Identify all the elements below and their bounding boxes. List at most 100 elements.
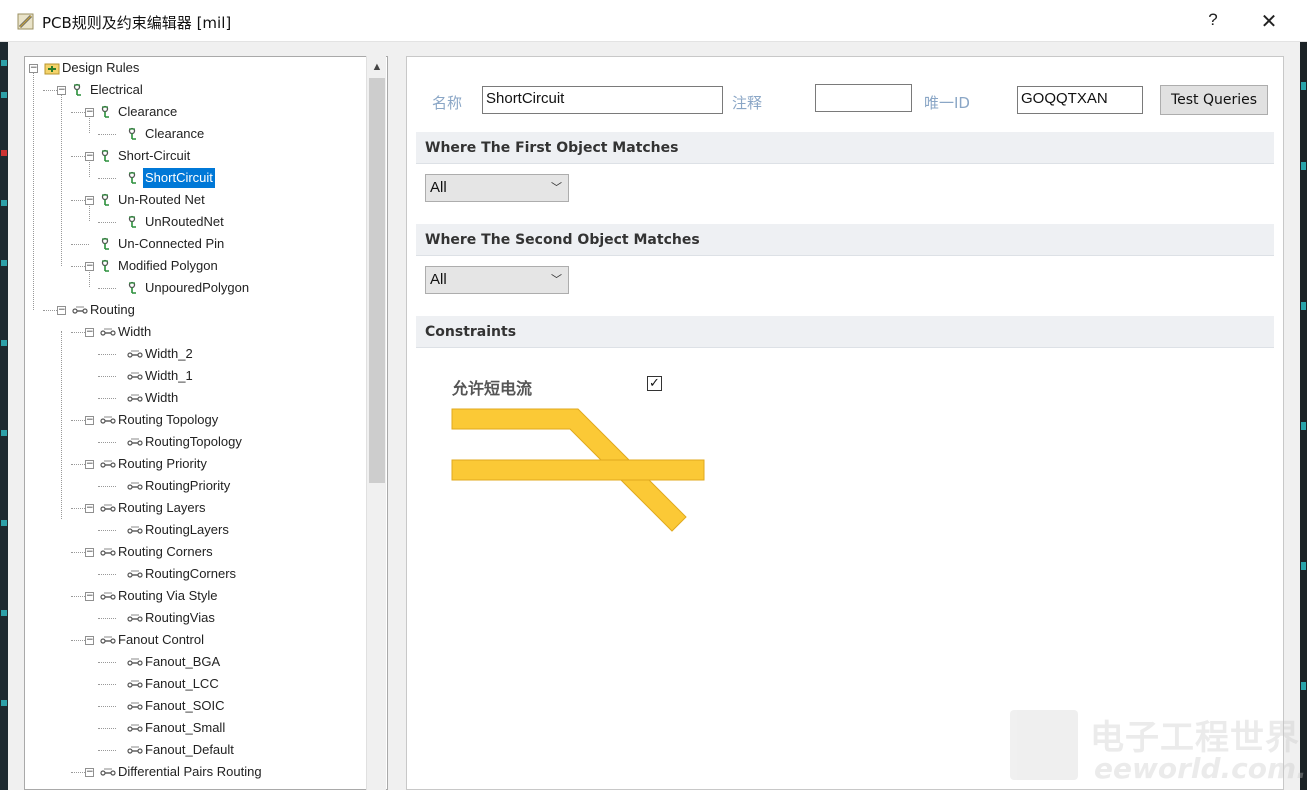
tree-item[interactable]: RoutingLayers (127, 520, 231, 540)
tree-item[interactable]: Fanout_Small (127, 718, 227, 738)
electrical-rule-icon (101, 259, 109, 272)
routing-rule-icon (100, 504, 116, 512)
tree-item[interactable]: Short-Circuit (100, 146, 192, 166)
tree-item-label: Modified Polygon (118, 258, 218, 273)
routing-rule-icon (127, 372, 143, 380)
tree-connector (98, 288, 116, 289)
tree-expander-icon[interactable]: − (85, 328, 94, 337)
tree-expander-icon[interactable]: − (85, 768, 94, 777)
watermark-en: eeworld.com.cn (1094, 752, 1307, 785)
tree-item[interactable]: UnpouredPolygon (127, 278, 251, 298)
tree-item[interactable]: Fanout_SOIC (127, 696, 227, 716)
tree-item[interactable]: Modified Polygon (100, 256, 220, 276)
tree-item[interactable]: Routing Via Style (100, 586, 220, 606)
comment-field[interactable] (815, 84, 912, 112)
allow-short-circuit-checkbox[interactable]: ✓ (647, 376, 662, 391)
tree-item-label: Short-Circuit (118, 148, 191, 163)
routing-rule-icon (100, 328, 116, 336)
tree-expander-icon[interactable]: − (85, 196, 94, 205)
second-object-select[interactable]: All ﹀ (425, 266, 569, 294)
tree-item[interactable]: Electrical (72, 80, 145, 100)
tree-item-label: UnRoutedNet (145, 214, 224, 229)
tree-item[interactable]: Routing Layers (100, 498, 207, 518)
tree-connector (98, 706, 116, 707)
tree-expander-icon[interactable]: − (85, 108, 94, 117)
close-button[interactable]: ✕ (1258, 9, 1280, 34)
routing-rule-icon (127, 482, 143, 490)
tree-item-label: Fanout_LCC (145, 676, 219, 691)
tree-item-label: Clearance (118, 104, 178, 119)
tree-expander-icon[interactable]: − (29, 64, 38, 73)
tree-item[interactable]: Fanout Control (100, 630, 206, 650)
tree-item[interactable]: Design Rules (44, 58, 141, 78)
tree-item[interactable]: Fanout_LCC (127, 674, 221, 694)
tree-expander-icon[interactable]: − (85, 504, 94, 513)
tree-expander-icon[interactable]: − (85, 460, 94, 469)
tree-item[interactable]: Differential Pairs Routing (100, 762, 264, 782)
routing-rule-icon (100, 592, 116, 600)
routing-rule-icon (100, 768, 116, 776)
tree-item-label: Differential Pairs Routing (118, 764, 262, 779)
first-object-select[interactable]: All ﹀ (425, 174, 569, 202)
tree-item[interactable]: RoutingPriority (127, 476, 232, 496)
tree-guide-line (61, 89, 62, 266)
tree-item-label: Routing Layers (118, 500, 206, 515)
eeworld-watermark: 电子工程世界 eeworld.com.cn (1010, 710, 1307, 785)
tree-item[interactable]: Routing Corners (100, 542, 215, 562)
tree-item[interactable]: Un-Routed Net (100, 190, 207, 210)
tree-item[interactable]: RoutingCorners (127, 564, 238, 584)
tree-item[interactable]: Fanout_BGA (127, 652, 222, 672)
scroll-thumb[interactable] (369, 78, 385, 483)
tree-item-label: Routing (90, 302, 135, 317)
tree-expander-icon[interactable]: − (85, 548, 94, 557)
tree-scrollbar[interactable]: ▲ (366, 56, 386, 790)
tree-item[interactable]: Un-Connected Pin (100, 234, 226, 254)
chevron-down-icon: ﹀ (551, 274, 562, 286)
tree-item[interactable]: Width (127, 388, 180, 408)
tree-item[interactable]: Width (100, 322, 153, 342)
tree-item[interactable]: Width_2 (127, 344, 195, 364)
tree-expander-icon[interactable]: − (85, 152, 94, 161)
electrical-rule-icon (101, 105, 109, 118)
tree-item[interactable]: RoutingTopology (127, 432, 244, 452)
tree-item[interactable]: UnRoutedNet (127, 212, 226, 232)
tree-expander-icon[interactable]: − (85, 416, 94, 425)
tree-item-label: Fanout_Default (145, 742, 234, 757)
tree-expander-icon[interactable]: − (57, 86, 66, 95)
routing-rule-icon (127, 680, 143, 688)
rules-tree[interactable]: − Design Rules − Electrical − Clearance Cleara… (24, 56, 388, 790)
eeworld-logo (1010, 710, 1078, 780)
tree-expander-icon[interactable]: − (85, 636, 94, 645)
tree-item-label: Width_2 (145, 346, 193, 361)
tree-item[interactable]: Width_1 (127, 366, 195, 386)
help-button[interactable]: ? (1203, 10, 1223, 30)
tree-item[interactable]: Clearance (127, 124, 206, 144)
constraints-heading: Constraints (416, 316, 1274, 348)
tree-item[interactable]: Routing Priority (100, 454, 209, 474)
tree-item-label: Clearance (145, 126, 205, 141)
tree-connector (98, 376, 116, 377)
name-field[interactable]: ShortCircuit (482, 86, 723, 114)
routing-rule-icon (127, 394, 143, 402)
scroll-up-button[interactable]: ▲ (367, 56, 387, 78)
routing-rule-icon (100, 636, 116, 644)
tree-item[interactable]: Routing Topology (100, 410, 220, 430)
tree-item[interactable]: ShortCircuit (127, 168, 215, 188)
tree-expander-icon[interactable]: − (85, 262, 94, 271)
tree-connector (98, 178, 116, 179)
tree-item[interactable]: RoutingVias (127, 608, 217, 628)
tree-expander-icon[interactable]: − (85, 592, 94, 601)
tree-item-label: RoutingTopology (145, 434, 242, 449)
tree-item[interactable]: Clearance (100, 102, 179, 122)
tree-item-label: UnpouredPolygon (145, 280, 250, 295)
tree-item-label: Fanout_Small (145, 720, 226, 735)
electrical-rule-icon (128, 127, 136, 140)
test-queries-button[interactable]: Test Queries (1160, 85, 1268, 115)
tree-item[interactable]: Fanout_Default (127, 740, 236, 760)
short-circuit-trace-illustration (451, 408, 705, 532)
routing-rule-icon (127, 350, 143, 358)
tree-expander-icon[interactable]: − (57, 306, 66, 315)
unique-id-field[interactable]: GOQQTXAN (1017, 86, 1143, 114)
tree-item[interactable]: Routing (72, 300, 137, 320)
electrical-rule-icon (128, 281, 136, 294)
